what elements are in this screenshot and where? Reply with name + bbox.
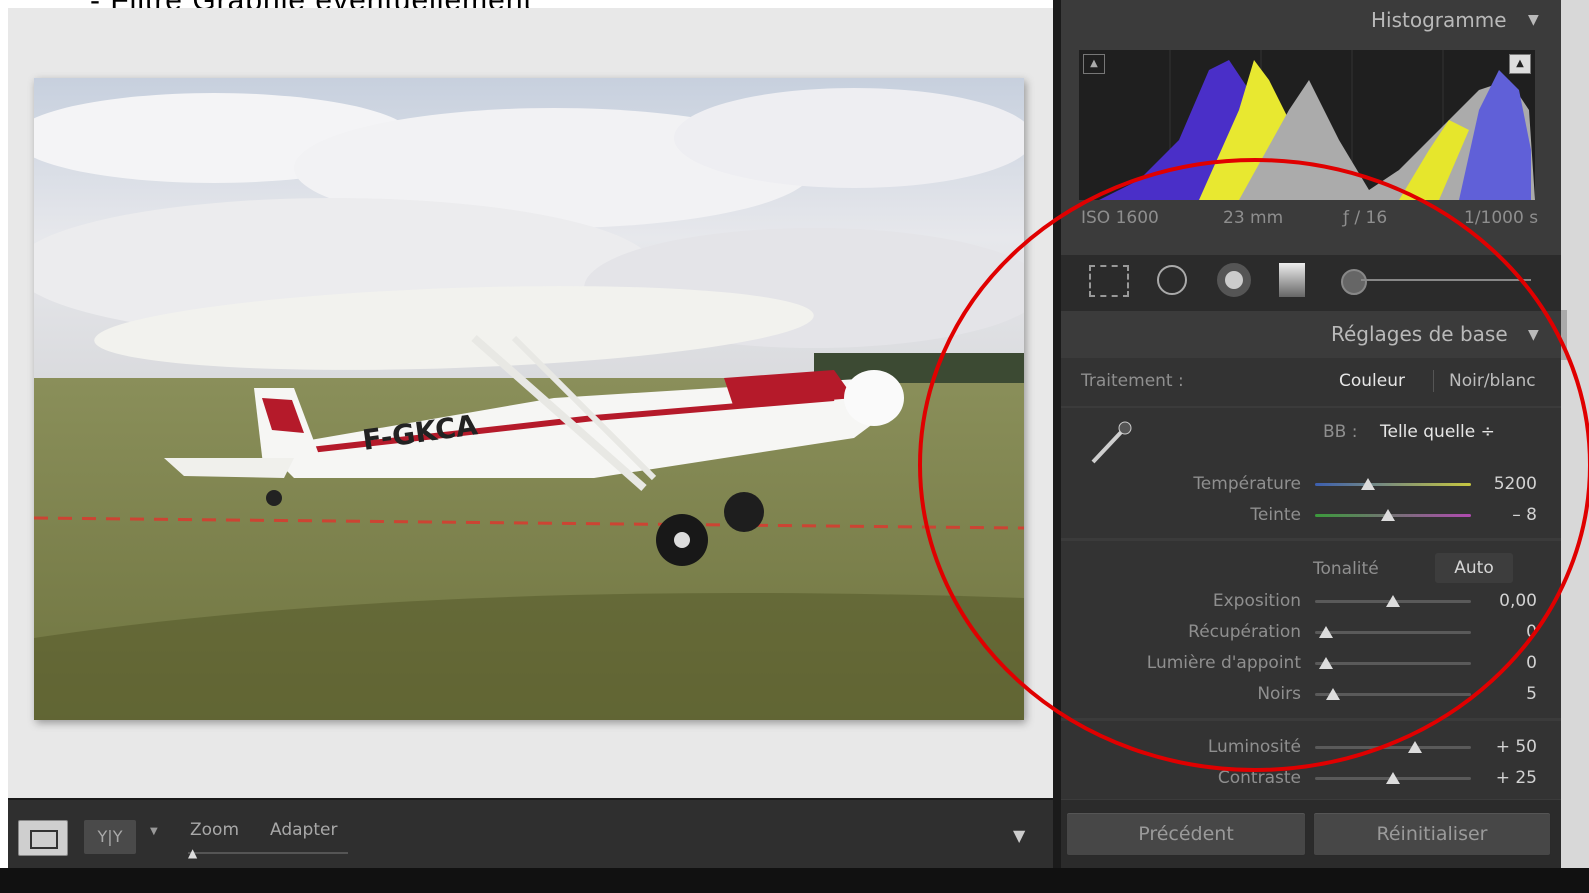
panel-divider	[1053, 0, 1061, 893]
exif-aperture: ƒ / 16	[1343, 208, 1388, 228]
brightness-slider-thumb[interactable]	[1408, 741, 1422, 753]
recovery-slider-thumb[interactable]	[1319, 626, 1333, 638]
zoom-slider-thumb[interactable]: ▲	[188, 846, 197, 860]
temperature-slider-track[interactable]	[1315, 483, 1471, 486]
zoom-label: Zoom	[190, 820, 240, 840]
contrast-slider-thumb[interactable]	[1386, 772, 1400, 784]
white-balance-section: BB : Telle quelle ÷ Température 5200 Tei…	[1061, 408, 1561, 538]
before-after-button[interactable]: Y|Y	[84, 820, 136, 854]
exposure-label: Exposition	[1212, 591, 1301, 611]
bottom-filmstrip-edge	[0, 868, 1589, 893]
treatment-label: Traitement :	[1081, 371, 1184, 391]
tone-section: Tonalité Auto Exposition 0,00 Récupérati…	[1061, 541, 1561, 718]
highlight-clipping-icon[interactable]: ▲	[1509, 54, 1531, 74]
wb-label: BB :	[1323, 422, 1358, 442]
tint-value[interactable]: – 8	[1467, 505, 1537, 525]
crop-tool-icon[interactable]	[1089, 265, 1129, 297]
blacks-slider-thumb[interactable]	[1326, 688, 1340, 700]
brightness-value[interactable]: + 50	[1467, 737, 1537, 757]
temperature-slider-thumb[interactable]	[1361, 478, 1375, 490]
recovery-slider-track[interactable]	[1315, 631, 1471, 634]
treatment-color-option[interactable]: Couleur	[1339, 371, 1405, 391]
tool-strip	[1061, 255, 1561, 311]
before-after-dropdown-icon[interactable]: ▼	[150, 826, 158, 837]
wb-preset-select[interactable]: Telle quelle ÷	[1380, 422, 1495, 442]
fill-light-label: Lumière d'appoint	[1146, 653, 1301, 673]
exposure-value[interactable]: 0,00	[1467, 591, 1537, 611]
previous-button[interactable]: Précédent	[1066, 812, 1306, 856]
toolbar-options-dropdown-icon[interactable]: ▼	[1013, 826, 1025, 845]
basic-panel-title[interactable]: Réglages de base	[1331, 322, 1508, 346]
recovery-label: Récupération	[1188, 622, 1301, 642]
brightness-slider-track[interactable]	[1315, 746, 1471, 749]
panel-scrollbar-thumb[interactable]	[1561, 310, 1567, 360]
blacks-value[interactable]: 5	[1467, 684, 1537, 704]
histogram-title[interactable]: Histogramme	[1371, 8, 1507, 32]
contrast-label: Contraste	[1217, 768, 1301, 788]
brush-slider-track[interactable]	[1361, 279, 1531, 281]
exif-shutter: 1/1000 s	[1464, 208, 1539, 228]
shadow-clipping-icon[interactable]: ▲	[1083, 54, 1105, 74]
spot-removal-icon[interactable]	[1157, 265, 1187, 295]
temperature-label: Température	[1193, 474, 1301, 494]
fill-light-slider-thumb[interactable]	[1319, 657, 1333, 669]
blacks-label: Noirs	[1257, 684, 1301, 704]
histogram-collapse-icon[interactable]: ▼	[1528, 12, 1539, 28]
tone-label: Tonalité	[1313, 559, 1379, 579]
recovery-value[interactable]: 0	[1467, 622, 1537, 642]
adjustment-brush-icon[interactable]	[1341, 269, 1367, 295]
develop-panel: Histogramme ▼ ▲ ▲ ISO 1600 23 mm ƒ / 16 …	[1061, 0, 1561, 868]
photo-preview: F-GKCA	[34, 78, 1024, 720]
tint-label: Teinte	[1250, 505, 1301, 525]
brightness-label: Luminosité	[1207, 737, 1301, 757]
treatment-bw-option[interactable]: Noir/blanc	[1449, 371, 1536, 391]
panel-scrollbar[interactable]	[1561, 0, 1589, 868]
zoom-slider-track[interactable]	[188, 852, 348, 854]
exposure-slider-thumb[interactable]	[1386, 595, 1400, 607]
treatment-divider	[1433, 370, 1434, 392]
loupe-view-button[interactable]	[18, 820, 68, 856]
histogram: ▲ ▲	[1079, 50, 1535, 200]
tint-slider-thumb[interactable]	[1381, 509, 1395, 521]
temperature-value[interactable]: 5200	[1467, 474, 1537, 494]
fill-light-value[interactable]: 0	[1467, 653, 1537, 673]
graduated-filter-icon[interactable]	[1279, 263, 1305, 297]
exif-iso: ISO 1600	[1081, 208, 1159, 228]
basic-collapse-icon[interactable]: ▼	[1528, 327, 1539, 343]
reset-button[interactable]: Réinitialiser	[1313, 812, 1551, 856]
presence-section: Luminosité + 50 Contraste + 25	[1061, 721, 1561, 799]
treatment-section: Traitement : Couleur Noir/blanc	[1061, 358, 1561, 406]
eyedropper-icon[interactable]	[1085, 418, 1135, 468]
zoom-fit-label[interactable]: Adapter	[270, 820, 337, 840]
contrast-value[interactable]: + 25	[1467, 768, 1537, 788]
auto-tone-button[interactable]: Auto	[1435, 553, 1513, 583]
exif-focal: 23 mm	[1223, 208, 1284, 228]
fill-light-slider-track[interactable]	[1315, 662, 1471, 665]
red-eye-icon[interactable]	[1217, 263, 1251, 297]
viewer-toolbar: Y|Y ▼ Zoom Adapter ▲ ▼	[8, 798, 1053, 870]
